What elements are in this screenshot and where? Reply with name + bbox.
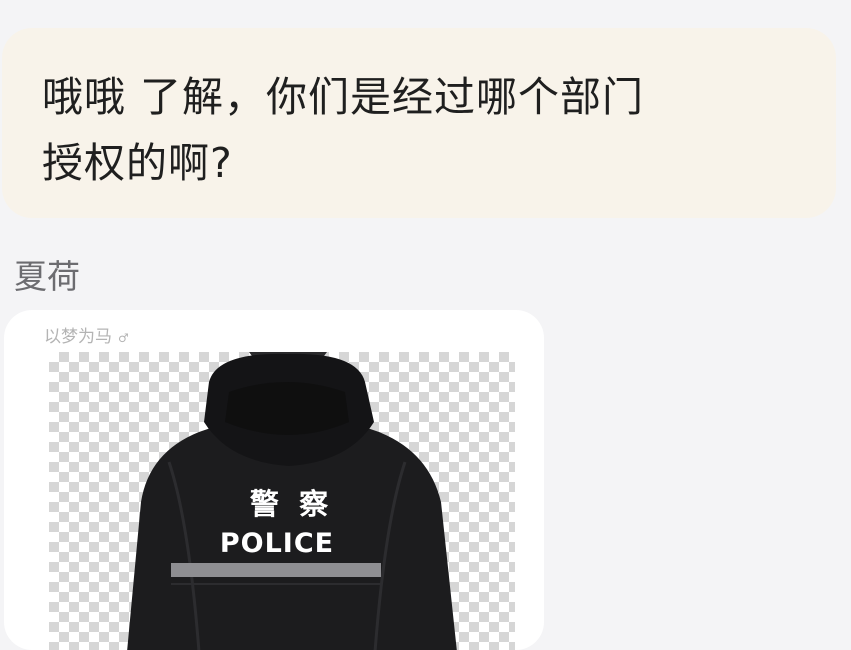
jacket-text-en: POLICE <box>220 528 334 559</box>
watermark-text: 以梦为马 <box>44 327 112 347</box>
reflective-stripe <box>171 563 381 577</box>
male-symbol-icon: ♂ <box>118 331 129 345</box>
police-raincoat-illustration: 警 察 POLICE <box>127 352 457 650</box>
image-watermark: 以梦为马 ♂ <box>44 322 129 347</box>
message-text-line2: 授权的啊? <box>42 139 233 187</box>
received-message-bubble[interactable]: 哦哦 了解，你们是经过哪个部门 授权的啊? <box>2 28 836 218</box>
message-text: 哦哦 了解，你们是经过哪个部门 授权的啊? <box>42 64 796 196</box>
raincoat-photo[interactable]: 警 察 POLICE <box>49 352 515 650</box>
message-text-line1: 哦哦 了解，你们是经过哪个部门 <box>42 73 645 121</box>
image-message-card[interactable]: 以梦为马 ♂ 警 察 POLICE <box>4 310 544 650</box>
sender-name: 夏荷 <box>14 257 80 296</box>
jacket-text-cn: 警 察 <box>250 487 329 521</box>
